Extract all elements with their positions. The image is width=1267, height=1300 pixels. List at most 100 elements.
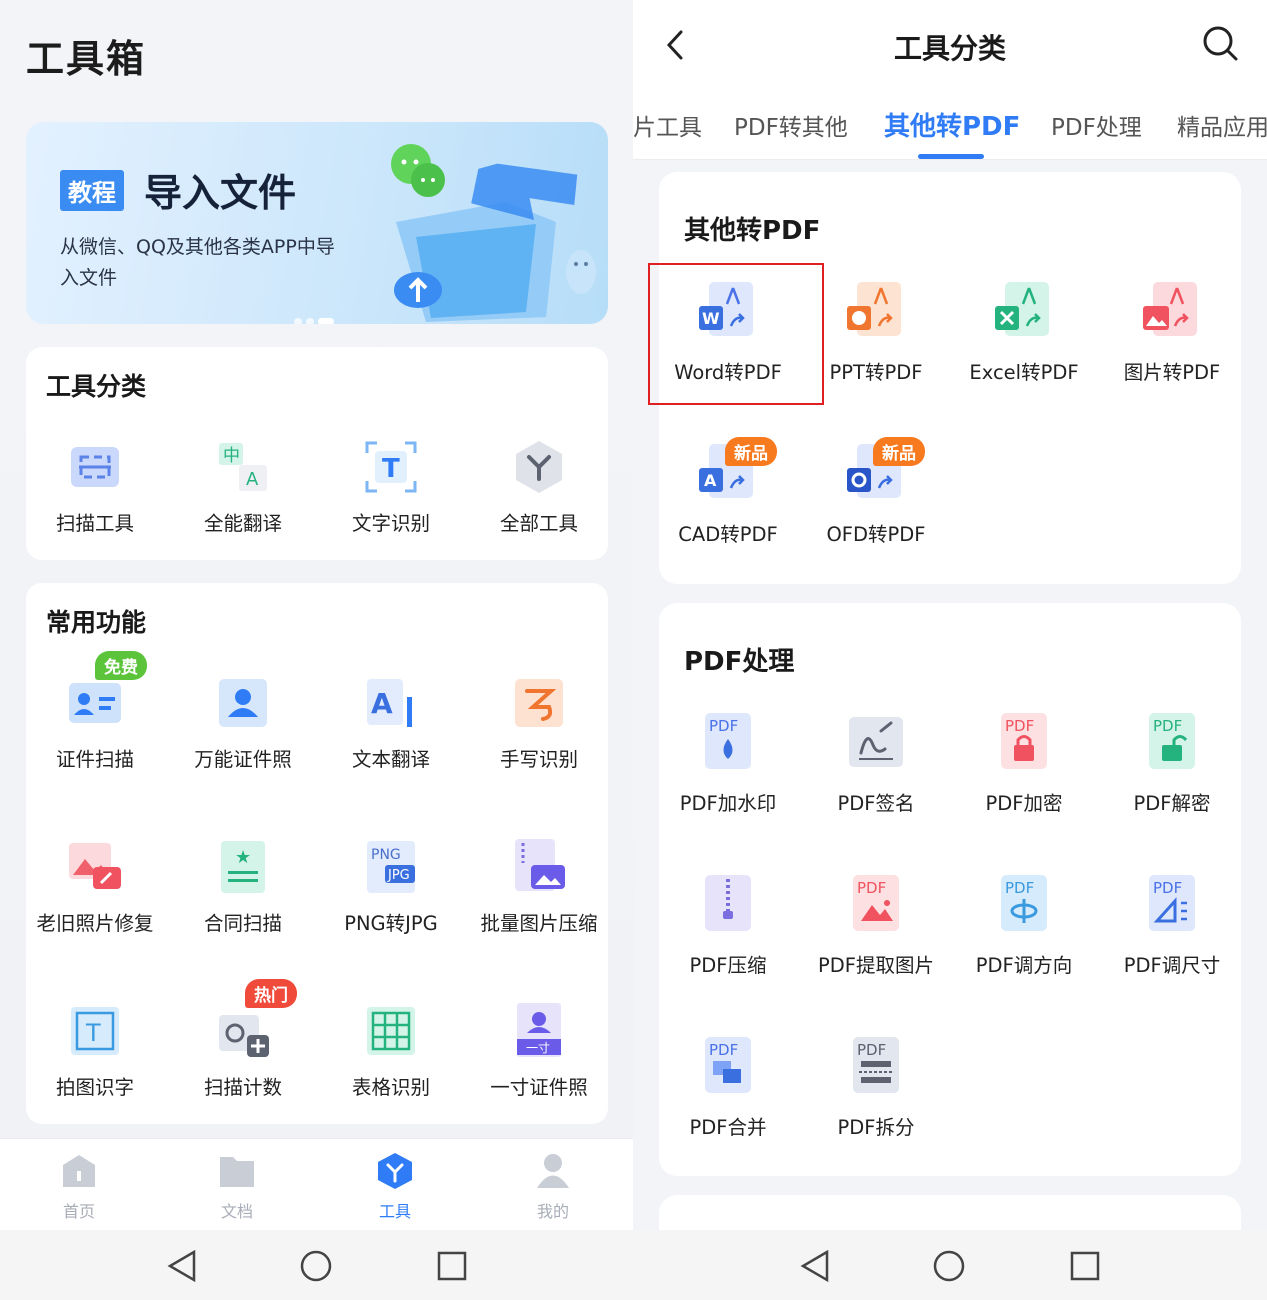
svg-text:PDF: PDF <box>709 1041 738 1059</box>
svg-text:PDF: PDF <box>1153 879 1182 897</box>
tool-translate[interactable]: 中 A 全能翻译 <box>169 437 317 536</box>
tool-label: 全部工具 <box>499 512 578 535</box>
system-nav-bar <box>633 1230 1267 1300</box>
recents-square-icon[interactable] <box>434 1248 470 1284</box>
badge-new: 新品 <box>873 437 925 466</box>
tool-ocr[interactable]: T 文字识别 <box>317 437 465 536</box>
pdf-extract-image-item[interactable]: PDF PDF提取图片 <box>802 871 950 978</box>
svg-text:T: T <box>85 1019 101 1047</box>
pdf-rotate-item[interactable]: PDF PDF调方向 <box>950 871 1098 978</box>
active-tab-indicator <box>918 154 984 159</box>
tutorial-banner[interactable]: 教程 导入文件 从微信、QQ及其他各类APP中导入文件 <box>26 122 608 324</box>
highlight-box <box>648 263 824 405</box>
item-label: PPT转PDF <box>829 361 923 384</box>
text-translate-icon: A <box>367 679 412 727</box>
func-label: 拍图识字 <box>55 1076 134 1099</box>
image-to-pdf-item[interactable]: 图片转PDF <box>1098 278 1246 385</box>
pdf-resize-item[interactable]: PDF PDF调尺寸 <box>1098 871 1246 978</box>
home-circle-icon[interactable] <box>931 1248 967 1284</box>
nav-profile[interactable]: 我的 <box>498 1151 608 1222</box>
tab-pdf-process[interactable]: PDF处理 <box>1051 108 1142 142</box>
common-functions-card: 常用功能 证件扫描 免费 万能证件照 A 文本翻译 手写识别 老旧照片修复 ★ … <box>26 583 608 1124</box>
system-nav-bar <box>0 1230 633 1300</box>
pdf-split-item[interactable]: PDF PDF拆分 <box>802 1033 950 1140</box>
ofd-to-pdf-item[interactable]: OFD转PDF 新品 <box>802 437 950 547</box>
tool-all[interactable]: 全部工具 <box>465 437 613 536</box>
svg-text:PDF: PDF <box>1005 717 1034 735</box>
pdf-rotate-icon: PDF <box>1001 875 1047 931</box>
nav-label: 首页 <box>62 1202 95 1221</box>
profile-icon <box>537 1154 569 1188</box>
func-label: PNG转JPG <box>344 912 438 935</box>
tab-other-to-pdf[interactable]: 其他转PDF <box>884 106 1020 143</box>
func-label: 表格识别 <box>351 1076 430 1099</box>
excel-to-pdf-icon <box>995 282 1049 336</box>
item-label: PDF签名 <box>837 792 915 815</box>
one-inch-photo-icon: 一寸 <box>517 1003 561 1057</box>
tool-categories-card: 工具分类 扫描工具 中 A 全能翻译 T 文字识别 全部工具 <box>26 347 608 560</box>
image-to-pdf-icon <box>1143 282 1197 336</box>
back-triangle-icon[interactable] <box>797 1248 833 1284</box>
ppt-to-pdf-item[interactable]: PPT转PDF <box>802 278 950 385</box>
home-circle-icon[interactable] <box>298 1248 334 1284</box>
wechat-icon <box>391 144 445 197</box>
tool-scan[interactable]: 扫描工具 <box>21 437 169 536</box>
pdf-merge-icon: PDF <box>705 1037 751 1093</box>
nav-label: 我的 <box>536 1202 569 1221</box>
pdf-compress-item[interactable]: PDF压缩 <box>654 871 802 978</box>
banner-pagination <box>294 310 338 324</box>
all-tools-icon <box>516 441 562 493</box>
nav-tools[interactable]: 工具 <box>340 1151 450 1222</box>
category-tabs: 片工具 PDF转其他 其他转PDF PDF处理 精品应用 <box>633 90 1267 160</box>
section-title: 工具分类 <box>46 372 147 401</box>
func-text-translate[interactable]: A 文本翻译 <box>317 673 465 772</box>
nav-home[interactable]: 首页 <box>24 1151 134 1222</box>
id-card-scan-icon <box>69 683 121 723</box>
pdf-watermark-item[interactable]: PDF PDF加水印 <box>654 709 802 816</box>
section-title: PDF处理 <box>684 647 795 677</box>
nav-documents[interactable]: 文档 <box>182 1151 292 1222</box>
tab-premium-apps[interactable]: 精品应用 <box>1177 108 1267 142</box>
func-id-photo[interactable]: 万能证件照 <box>169 673 317 772</box>
cloud-upload-icon <box>394 272 442 308</box>
func-table-ocr[interactable]: 表格识别 <box>317 1001 465 1100</box>
func-photo-ocr[interactable]: T 拍图识字 <box>21 1001 169 1100</box>
nav-label: 工具 <box>378 1202 411 1221</box>
svg-text:A: A <box>371 687 393 720</box>
pdf-merge-item[interactable]: PDF PDF合并 <box>654 1033 802 1140</box>
func-contract-scan[interactable]: ★ 合同扫描 <box>169 837 317 936</box>
func-label: 万能证件照 <box>194 748 292 771</box>
excel-to-pdf-item[interactable]: Excel转PDF <box>950 278 1098 385</box>
cad-to-pdf-item[interactable]: A CAD转PDF 新品 <box>654 437 802 547</box>
item-label: PDF解密 <box>1133 792 1211 815</box>
pdf-signature-item[interactable]: PDF签名 <box>802 709 950 816</box>
tab-image-tools[interactable]: 片工具 <box>633 108 702 142</box>
pdf-process-section: PDF处理 PDF PDF加水印 PDF签名 PDF PDF加密 PDF PDF… <box>659 603 1241 1176</box>
banner-subtitle: 从微信、QQ及其他各类APP中导入文件 <box>60 236 335 289</box>
svg-text:★: ★ <box>235 847 251 868</box>
svg-text:一寸: 一寸 <box>526 1041 550 1055</box>
svg-text:A: A <box>704 471 717 490</box>
search-icon[interactable] <box>1201 24 1241 64</box>
func-handwriting[interactable]: 手写识别 <box>465 673 613 772</box>
func-id-scan[interactable]: 证件扫描 免费 <box>21 651 169 772</box>
back-triangle-icon[interactable] <box>164 1248 200 1284</box>
text-recognition-icon: T <box>365 441 417 493</box>
banner-illustration <box>391 144 596 322</box>
pdf-encrypt-item[interactable]: PDF PDF加密 <box>950 709 1098 816</box>
svg-text:中: 中 <box>223 446 240 466</box>
func-photo-repair[interactable]: 老旧照片修复 <box>21 837 169 936</box>
recents-square-icon[interactable] <box>1067 1248 1103 1284</box>
pdf-decrypt-item[interactable]: PDF PDF解密 <box>1098 709 1246 816</box>
tool-label: 全能翻译 <box>203 512 282 535</box>
bottom-nav: 首页 文档 工具 我的 <box>0 1138 633 1230</box>
func-png-jpg[interactable]: PNG JPG PNG转JPG <box>317 837 465 936</box>
pdf-split-icon: PDF <box>853 1037 899 1093</box>
id-photo-icon <box>219 679 267 727</box>
item-label: PDF调方向 <box>975 954 1073 977</box>
func-image-compress[interactable]: 批量图片压缩 <box>465 837 613 936</box>
tab-pdf-to-other[interactable]: PDF转其他 <box>734 108 848 142</box>
func-scan-count[interactable]: 扫描计数 热门 <box>169 979 317 1100</box>
func-one-inch-photo[interactable]: 一寸 一寸证件照 <box>465 1001 613 1100</box>
home-icon <box>63 1155 95 1187</box>
